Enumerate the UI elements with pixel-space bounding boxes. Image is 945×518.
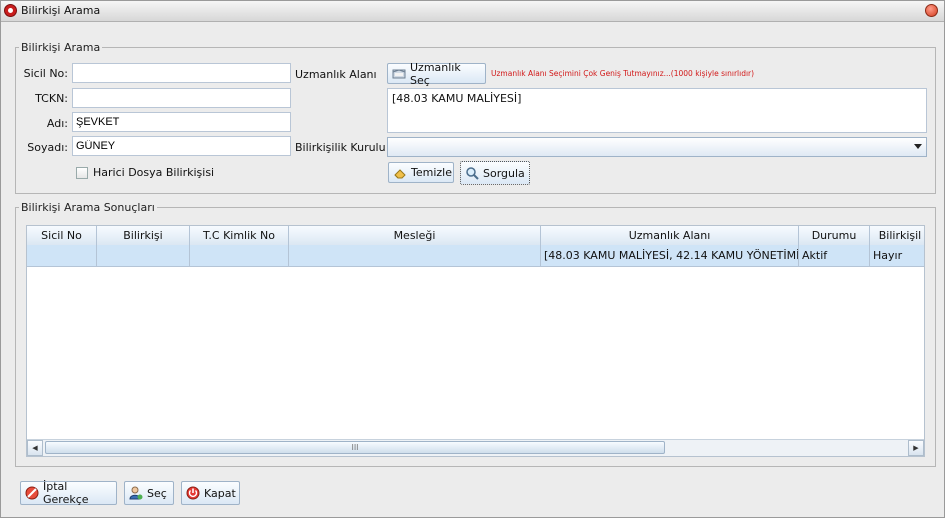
bilirkisilik-kurulu-select[interactable] <box>387 137 927 157</box>
column-header-bilirkisi[interactable]: Bilirkişi <box>97 226 190 245</box>
iptal-gerekce-button[interactable]: İptal Gerekçe <box>20 480 117 506</box>
temizle-label: Temizle <box>411 166 452 179</box>
scrollbar-grip: III <box>351 443 359 452</box>
cell-uzmanlik-alani: [48.03 KAMU MALİYESİ, 42.14 KAMU YÖNETİM… <box>541 245 799 266</box>
sec-label: Seç <box>147 486 167 500</box>
bilirkisilik-kurulu-label: Bilirkişilik Kurulu <box>295 141 386 154</box>
bilirkisi-arama-window: Bilirkişi Arama Bilirkişi Arama Sicil No… <box>0 0 945 518</box>
uzmanlik-sec-label: Uzmanlık Seç <box>410 60 461 87</box>
cell-bilirkisilik: Hayır <box>873 249 903 262</box>
harici-dosya-checkbox[interactable] <box>76 167 88 179</box>
sorgula-button[interactable]: Sorgula <box>460 161 530 185</box>
results-table-header: Sicil No Bilirkişi T.C Kimlik No Mesleği… <box>27 226 924 246</box>
cell-durumu: Aktif <box>799 245 870 266</box>
uzmanlik-alani-label: Uzmanlık Alanı <box>295 68 377 81</box>
tckn-input[interactable] <box>72 88 291 108</box>
scroll-left-button[interactable]: ◀ <box>27 440 43 456</box>
column-header-bilirkisilik[interactable]: Bilirkişil <box>870 226 924 245</box>
column-header-sicil-no[interactable]: Sicil No <box>27 226 97 245</box>
window-title: Bilirkişi Arama <box>21 4 101 17</box>
tckn-label: TCKN: <box>35 92 68 105</box>
book-icon <box>392 67 406 81</box>
cell-sicil-no <box>27 245 97 266</box>
temizle-button[interactable]: Temizle <box>388 162 454 183</box>
cell-tc-kimlik-no <box>190 245 289 266</box>
kapat-label: Kapat <box>204 486 236 500</box>
column-header-uzmanlik-alani[interactable]: Uzmanlık Alanı <box>541 226 799 245</box>
cell-bilirkisi <box>97 245 190 266</box>
results-legend: Bilirkişi Arama Sonuçları <box>21 201 155 214</box>
cell-meslegi <box>289 245 541 266</box>
results-table: Sicil No Bilirkişi T.C Kimlik No Mesleği… <box>26 225 925 457</box>
power-icon <box>186 486 200 500</box>
eraser-icon <box>393 166 407 180</box>
search-icon <box>465 166 479 180</box>
column-header-durumu[interactable]: Durumu <box>799 226 870 245</box>
close-window-button[interactable] <box>925 4 938 17</box>
sec-button[interactable]: Seç <box>124 481 174 505</box>
search-legend: Bilirkişi Arama <box>21 41 101 54</box>
sicil-no-label: Sicil No: <box>23 67 68 80</box>
adi-input[interactable] <box>72 112 291 132</box>
uzmanlik-alani-textarea[interactable]: [48.03 KAMU MALİYESİ] <box>387 88 927 133</box>
sicil-no-input[interactable] <box>72 63 291 83</box>
soyadi-input[interactable] <box>72 136 291 156</box>
uzmanlik-sec-button[interactable]: Uzmanlık Seç <box>387 60 486 87</box>
iptal-gerekce-label: İptal Gerekçe <box>43 480 89 506</box>
scrollbar-thumb[interactable]: III <box>45 441 665 454</box>
chevron-down-icon <box>914 144 922 149</box>
title-bar: Bilirkişi Arama <box>1 1 944 22</box>
column-header-meslegi[interactable]: Mesleği <box>289 226 541 245</box>
kapat-button[interactable]: Kapat <box>181 481 240 505</box>
app-logo-icon <box>4 4 17 17</box>
soyadi-label: Soyadı: <box>27 141 68 154</box>
sorgula-label: Sorgula <box>483 166 525 180</box>
scroll-right-button[interactable]: ▶ <box>908 440 924 456</box>
harici-dosya-label: Harici Dosya Bilirkişisi <box>93 166 215 179</box>
horizontal-scrollbar[interactable]: ◀ III ▶ <box>27 439 924 456</box>
adi-label: Adı: <box>46 117 68 130</box>
table-row[interactable]: [48.03 KAMU MALİYESİ, 42.14 KAMU YÖNETİM… <box>27 245 924 267</box>
uzmanlik-hint: Uzmanlık Alanı Seçimini Çok Geniş Tutmay… <box>491 69 755 78</box>
column-header-tc-kimlik-no[interactable]: T.C Kimlik No <box>190 226 289 245</box>
cancel-icon <box>25 486 39 500</box>
user-icon <box>129 486 143 500</box>
